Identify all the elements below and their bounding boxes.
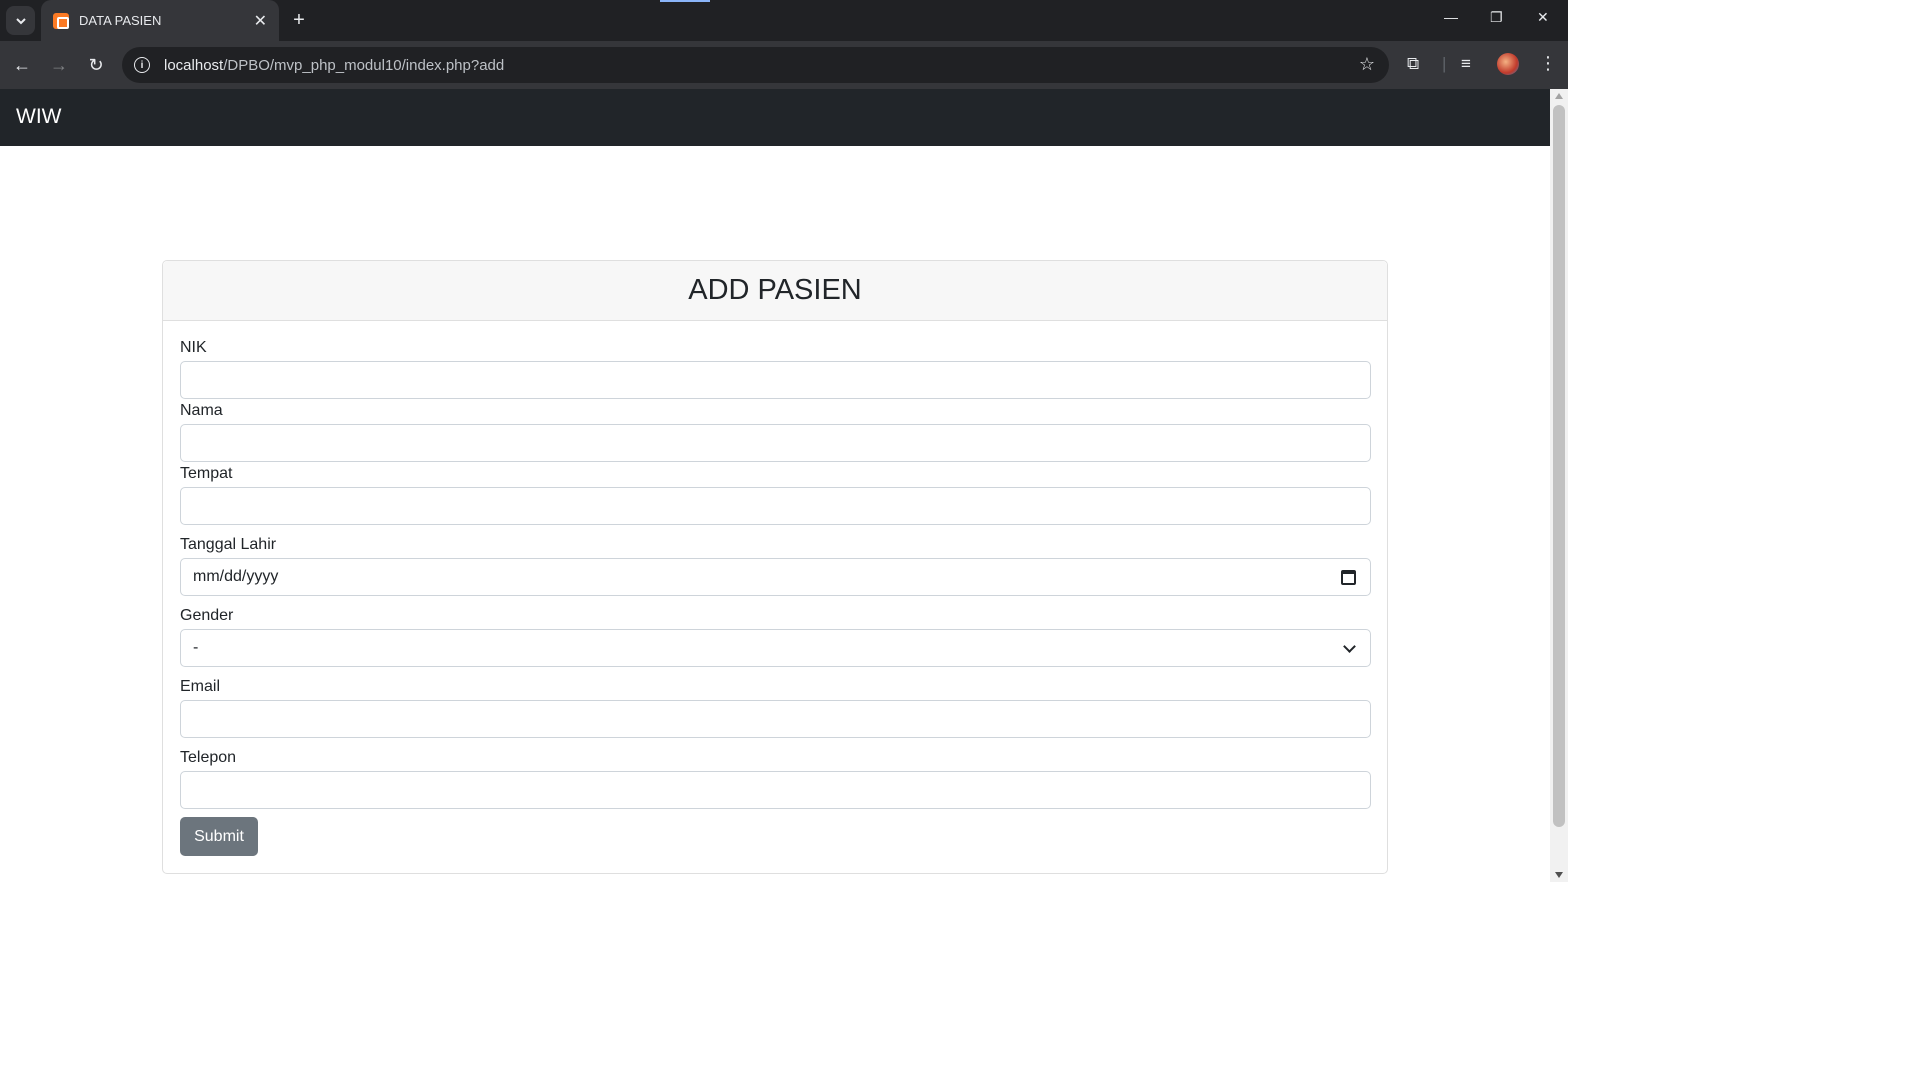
forward-icon[interactable]: → <box>47 53 71 77</box>
email-input[interactable] <box>180 700 1371 738</box>
nik-field: NIK <box>180 339 1371 399</box>
telepon-field: Telepon <box>180 749 1371 809</box>
browser-tab-strip: DATA PASIEN ✕ + — ❐ ✕ <box>0 0 1568 41</box>
navbar: WIW <box>0 89 1550 146</box>
tanggal-lahir-input[interactable]: mm/dd/yyyy <box>180 558 1371 596</box>
scroll-down-icon[interactable] <box>1555 872 1563 878</box>
tanggal-lahir-label: Tanggal Lahir <box>180 536 277 553</box>
site-info-icon[interactable]: i <box>134 57 150 73</box>
add-pasien-card: ADD PASIEN NIK Nama Tempat Tanggal Lahir… <box>162 260 1388 874</box>
menu-kebab-icon[interactable]: ⋮ <box>1539 53 1557 74</box>
telepon-label: Telepon <box>180 749 237 766</box>
gender-field: Gender - <box>180 607 1371 667</box>
tab-search-button[interactable] <box>6 6 35 35</box>
back-icon[interactable]: ← <box>10 53 34 77</box>
date-placeholder: mm/dd/yyyy <box>193 568 279 585</box>
restore-icon[interactable]: ❐ <box>1490 9 1503 26</box>
gender-select[interactable]: - <box>180 629 1371 667</box>
close-tab-icon[interactable]: ✕ <box>254 11 267 31</box>
email-label: Email <box>180 678 221 695</box>
minimize-icon[interactable]: — <box>1444 9 1458 25</box>
telepon-input[interactable] <box>180 771 1371 809</box>
calendar-icon[interactable] <box>1341 570 1356 585</box>
nama-field: Nama <box>180 402 1371 462</box>
scroll-up-icon[interactable] <box>1555 93 1563 99</box>
chevron-down-icon <box>15 17 26 24</box>
profile-avatar[interactable] <box>1497 53 1519 75</box>
toolbar-divider: | <box>1442 54 1447 73</box>
nik-label: NIK <box>180 339 207 356</box>
form-title: ADD PASIEN <box>688 274 862 306</box>
scrollbar-thumb[interactable] <box>1553 105 1565 827</box>
card-header: ADD PASIEN <box>163 261 1387 321</box>
xampp-favicon-icon <box>53 12 69 29</box>
reload-icon[interactable]: ↻ <box>84 53 108 77</box>
chevron-down-icon <box>1343 640 1356 653</box>
nik-input[interactable] <box>180 361 1371 399</box>
gender-label: Gender <box>180 607 234 624</box>
browser-tab-active[interactable]: DATA PASIEN ✕ <box>41 0 279 41</box>
new-tab-button[interactable]: + <box>288 10 310 32</box>
page-viewport: WIW ADD PASIEN NIK Nama Tempat Tanggal L… <box>0 89 1550 882</box>
tempat-field: Tempat <box>180 465 1371 525</box>
loading-indicator <box>660 0 710 2</box>
tempat-input[interactable] <box>180 487 1371 525</box>
extensions-icon[interactable]: ⧉ <box>1407 54 1419 74</box>
nama-input[interactable] <box>180 424 1371 462</box>
url-path: /DPBO/mvp_php_modul10/index.php?add <box>223 56 505 74</box>
url-host: localhost <box>164 56 224 74</box>
address-bar[interactable]: i localhost/DPBO/mvp_php_modul10/index.p… <box>122 47 1389 83</box>
url-text: localhost/DPBO/mvp_php_modul10/index.php… <box>164 57 504 74</box>
tab-title: DATA PASIEN <box>79 13 162 28</box>
close-window-icon[interactable]: ✕ <box>1537 9 1549 26</box>
tempat-label: Tempat <box>180 465 233 482</box>
bookmark-star-icon[interactable]: ☆ <box>1359 54 1375 75</box>
browser-toolbar: ← → ↻ i localhost/DPBO/mvp_php_modul10/i… <box>0 41 1568 89</box>
gender-selected-value: - <box>193 639 199 656</box>
vertical-scrollbar[interactable] <box>1550 89 1568 882</box>
tanggal-lahir-field: Tanggal Lahir mm/dd/yyyy <box>180 536 1371 596</box>
media-control-icon[interactable]: ≡ <box>1461 54 1471 74</box>
nama-label: Nama <box>180 402 223 419</box>
navbar-brand[interactable]: WIW <box>16 105 61 129</box>
email-field: Email <box>180 678 1371 738</box>
submit-button[interactable]: Submit <box>180 817 258 856</box>
